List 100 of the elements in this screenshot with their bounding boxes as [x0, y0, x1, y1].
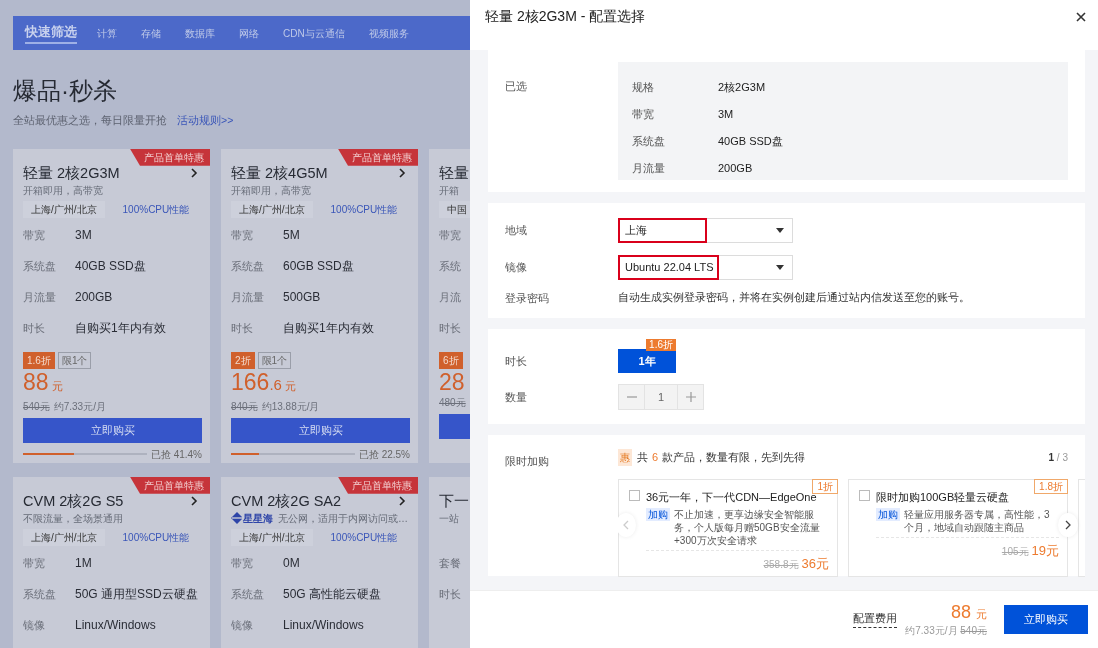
discount-tag: 2折	[231, 351, 255, 369]
spec-label: 时长	[231, 321, 254, 336]
nav-link[interactable]: 计算	[97, 25, 117, 41]
field-label: 登录密码	[505, 291, 550, 306]
limit-tag: 限1个	[257, 351, 292, 369]
nav-link[interactable]: 存储	[141, 25, 161, 41]
cpu-tag: 100%CPU性能	[122, 530, 190, 546]
minus-button[interactable]	[619, 385, 644, 409]
chevron-right-icon	[190, 167, 198, 178]
nav-link[interactable]: CDN与云通信	[283, 25, 345, 41]
original-price: 105元	[1001, 545, 1029, 557]
buy-button[interactable]: 立即购买	[231, 417, 410, 443]
product-subtitle: 不限流量，全场景通用	[23, 511, 123, 526]
original-price: 358.8元	[763, 558, 799, 570]
region-tag: 上海/广州/北京	[23, 201, 105, 219]
nav-link[interactable]: 视频服务	[368, 25, 409, 41]
spec-label: 时长	[23, 321, 46, 336]
spec-label: 带宽	[231, 556, 254, 571]
spec-label: 套餐	[439, 556, 462, 571]
product-subtitle: 开箱	[439, 183, 459, 198]
price: 88 元	[23, 368, 64, 397]
summary-label: 规格	[632, 80, 655, 96]
spec-label: 带宽	[23, 556, 46, 571]
discount-badge: 1折	[812, 479, 838, 494]
promo-ribbon: 产品首单特惠	[338, 476, 418, 494]
discount-tag: 1.6折	[23, 351, 55, 369]
spec-value: 自购买1年内有效	[75, 320, 166, 338]
addon-price: 36元	[801, 555, 829, 571]
summary-value: 3M	[718, 107, 734, 123]
addon-tag: 加购	[646, 507, 670, 521]
brand-name: 星星海	[243, 511, 273, 526]
monthly-price: 约7.33元/月	[53, 400, 106, 412]
image-select[interactable]: Ubuntu 22.04 LTS	[618, 255, 793, 280]
spec-value: 自购买1年内有效	[283, 320, 374, 338]
fee-label[interactable]: 配置费用	[853, 611, 898, 628]
nav-link[interactable]: 数据库	[185, 25, 215, 41]
product-title: 轻量	[439, 163, 469, 183]
total-price: 88 元	[949, 601, 987, 624]
summary-label: 月流量	[632, 161, 666, 177]
region-tag: 中国	[439, 201, 470, 219]
spec-label: 月流量	[23, 290, 57, 305]
discount-badge: 1.6折	[646, 339, 676, 351]
checkbox[interactable]	[859, 490, 870, 501]
spec-label: 系统盘	[23, 259, 57, 274]
promo-ribbon: 产品首单特惠	[130, 148, 210, 166]
monthly-price: 约7.33元/月	[905, 624, 958, 636]
addon-description: 不止加速，更享边缘安全智能服务，个人版每月赠50GB安全流量+300万次安全请求	[674, 507, 821, 547]
buy-button[interactable]: 立即购买	[1004, 605, 1088, 634]
caret-down-icon	[776, 265, 784, 270]
chevron-right-icon	[398, 167, 406, 178]
spec-value: 60GB SSD盘	[283, 258, 354, 276]
region-tag: 上海/广州/北京	[23, 529, 105, 547]
spec-label: 月流量	[231, 290, 265, 305]
caret-down-icon	[776, 228, 784, 233]
region-tag: 上海/广州/北京	[231, 529, 313, 547]
next-button[interactable]	[1058, 513, 1078, 537]
field-label: 地域	[505, 223, 528, 239]
drawer-title: 轻量 2核2G3M - 配置选择	[485, 6, 646, 26]
spec-label: 时长	[439, 321, 462, 336]
close-icon	[1076, 11, 1086, 22]
diamond-icon	[231, 512, 242, 525]
monthly-price: 约13.88元/月	[261, 400, 320, 412]
field-label: 镜像	[505, 260, 528, 276]
page-title: 爆品·秒杀	[13, 76, 118, 106]
spec-value: 200GB	[75, 289, 113, 307]
chevron-right-icon	[398, 495, 406, 506]
field-label: 数量	[505, 389, 528, 405]
cpu-tag: 100%CPU性能	[122, 202, 190, 218]
original-price: 840元	[231, 400, 258, 412]
cpu-tag: 100%CPU性能	[330, 530, 398, 546]
spec-label: 带宽	[439, 228, 462, 243]
nav-link[interactable]: 网络	[239, 25, 259, 41]
nav-tab[interactable]: 快速筛选	[25, 22, 77, 44]
spec-label: 镜像	[23, 618, 46, 633]
password-note: 自动生成实例登录密码，并将在实例创建后通过站内信发送至您的账号。	[618, 290, 970, 306]
spec-value: 500GB	[283, 289, 321, 307]
product-title: 轻量 2核2G3M	[23, 163, 120, 183]
product-title: 下一	[439, 491, 469, 511]
field-label: 限时加购	[505, 455, 549, 467]
promo-ribbon: 产品首单特惠	[338, 148, 418, 166]
original-price: 540元	[23, 400, 50, 412]
rules-link[interactable]: 活动规则>>	[177, 114, 234, 126]
checkbox[interactable]	[629, 490, 640, 501]
chevron-right-icon	[190, 495, 198, 506]
minus-icon	[626, 396, 637, 398]
spec-label: 带宽	[23, 228, 46, 243]
plus-icon	[685, 392, 696, 402]
spec-value: Linux/Windows	[283, 617, 364, 635]
spec-value: 0M	[283, 555, 300, 573]
spec-label: 系统盘	[23, 587, 57, 602]
promo-ribbon: 产品首单特惠	[130, 476, 210, 494]
addon-count-text: 款产品，数量有限，先到先得	[662, 450, 806, 466]
product-subtitle: 开箱即用，高带宽	[231, 183, 311, 198]
limit-tag: 限1个	[57, 351, 92, 369]
addon-description: 轻量应用服务器专属，高性能，3个月，地域自动跟随主商品	[904, 507, 1051, 534]
duration-option[interactable]: 1年	[618, 349, 676, 373]
quantity-input[interactable]: 1	[644, 385, 678, 409]
buy-button[interactable]: 立即购买	[23, 417, 202, 443]
plus-button[interactable]	[678, 385, 703, 409]
region-select[interactable]: 上海	[618, 218, 793, 243]
